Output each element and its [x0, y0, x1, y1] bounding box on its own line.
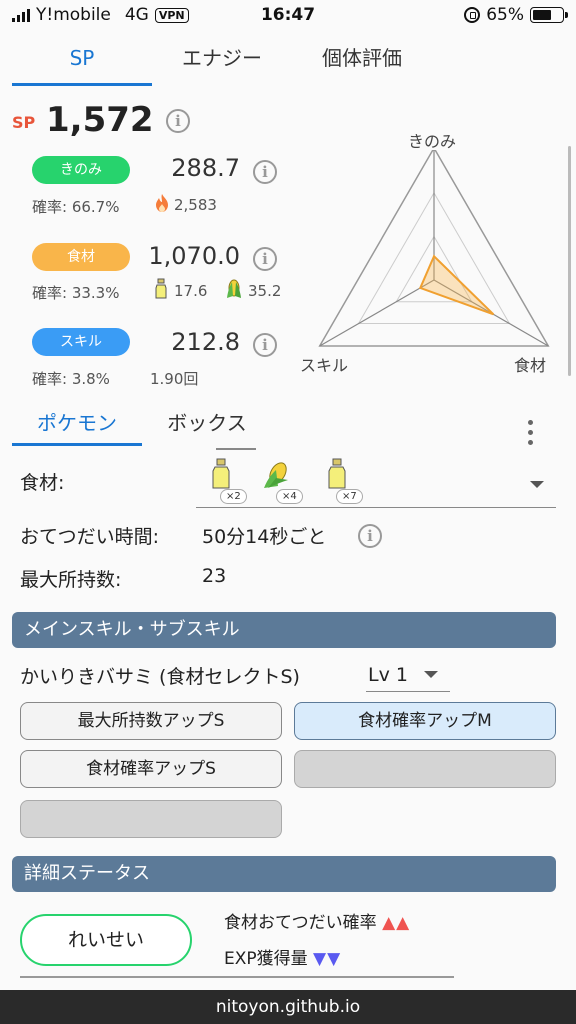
sub-tabs: ポケモン ボックス [12, 404, 272, 446]
sp-value: 1,572 [46, 100, 154, 140]
down-triangle-icon: ▼▼ [313, 949, 342, 969]
main-skill-name[interactable]: かいりきバサミ (食材セレクトS) [20, 662, 300, 689]
ingredient-count-badge: ×7 [336, 489, 363, 504]
corn-icon [227, 279, 241, 298]
battery-percent: 65% [486, 5, 524, 25]
nature-up-label: 食材おてつだい確率 [224, 913, 377, 933]
rotation-lock-icon [464, 7, 481, 23]
radar-label-ingredient: 食材 [514, 356, 547, 375]
skill-info-icon[interactable]: i [253, 333, 277, 357]
skill-pill: スキル [32, 328, 130, 356]
flame-icon [156, 194, 168, 212]
status-bar: Y!mobile 4G VPN 16:47 65% [0, 0, 576, 30]
ingredients-label: 食材: [20, 472, 65, 494]
nature-button[interactable]: れいせい [20, 914, 192, 966]
radar-label-berry: きのみ [408, 132, 457, 151]
nature-down-effect: EXP獲得量 ▼▼ [224, 944, 341, 969]
tab-energy[interactable]: エナジー [152, 36, 292, 86]
skill-count: 1.90回 [150, 370, 199, 388]
up-triangle-icon: ▲▲ [382, 913, 411, 933]
radar-axis [319, 279, 435, 347]
sp-info-icon[interactable]: i [166, 109, 190, 133]
skill-rate: 確率: 3.8% [32, 370, 110, 388]
skills-section-header: メインスキル・サブスキル [12, 612, 556, 648]
tab-pokemon[interactable]: ポケモン [12, 404, 142, 446]
subskill-slot-5[interactable] [20, 800, 282, 838]
chevron-down-icon [530, 481, 544, 488]
skill-level-select[interactable]: Lv 1 [366, 656, 450, 692]
more-menu-icon[interactable] [528, 420, 533, 445]
radar-value-area [418, 254, 495, 316]
ingredient-pill: 食材 [32, 243, 130, 271]
skill-value: 212.8 [171, 328, 240, 356]
ingredient-info-icon[interactable]: i [253, 247, 277, 271]
tab-sp[interactable]: SP [12, 36, 152, 86]
top-tabs: SP エナジー 個体評価 [12, 36, 442, 86]
ingredient-value: 1,070.0 [148, 242, 240, 270]
battery-icon [530, 7, 568, 23]
sp-label: SP [12, 113, 36, 132]
nature-down-label: EXP獲得量 [224, 949, 308, 969]
detail-section-header: 詳細ステータス [12, 856, 556, 892]
berry-pill: きのみ [32, 156, 130, 184]
ingredient-rate: 確率: 33.3% [32, 284, 120, 302]
ingredient-count-2: 35.2 [248, 282, 282, 300]
oil-bottle-icon [155, 278, 167, 299]
help-time-label: おてつだい時間: [20, 526, 160, 548]
ingredient-slot-1: ×2 [206, 458, 247, 504]
berry-rate: 確率: 66.7% [32, 198, 120, 216]
chevron-down-icon [424, 671, 438, 678]
subskill-slot-1[interactable]: 最大所持数アップS [20, 702, 282, 740]
subskill-slot-2[interactable]: 食材確率アップM [294, 702, 556, 740]
divider [20, 976, 454, 978]
oil-bottle-icon [328, 458, 346, 489]
berry-info-icon[interactable]: i [253, 160, 277, 184]
berry-energy: 2,583 [174, 196, 217, 214]
corn-icon [264, 462, 288, 488]
ingredients-select[interactable]: ×2 ×4 ×7 [196, 456, 556, 508]
tab-box[interactable]: ボックス [142, 404, 272, 446]
help-time-info-icon[interactable]: i [358, 524, 382, 548]
ingredient-slot-2: ×4 [262, 458, 303, 504]
oil-bottle-icon [212, 458, 230, 489]
nature-up-effect: 食材おてつだい確率 ▲▲ [224, 908, 410, 933]
max-carry-value: 23 [202, 565, 227, 587]
ingredient-count-badge: ×2 [220, 489, 247, 504]
subskill-slot-4[interactable] [294, 750, 556, 788]
ingredient-count-1: 17.6 [174, 282, 208, 300]
radar-label-skill: スキル [300, 356, 349, 375]
berry-value: 288.7 [171, 154, 240, 182]
radar-chart [318, 150, 550, 347]
help-time-value: 50分14秒ごと [202, 526, 327, 548]
ingredient-slot-3: ×7 [322, 458, 363, 504]
ingredient-count-badge: ×4 [276, 489, 303, 504]
scrollbar[interactable] [568, 146, 571, 376]
skill-level-value: Lv 1 [368, 664, 408, 686]
max-carry-label: 最大所持数: [20, 569, 122, 591]
tab-divider [216, 448, 256, 450]
tab-evaluation[interactable]: 個体評価 [292, 36, 432, 86]
url-bar[interactable]: nitoyon.github.io [0, 990, 576, 1024]
subskill-slot-3[interactable]: 食材確率アップS [20, 750, 282, 788]
